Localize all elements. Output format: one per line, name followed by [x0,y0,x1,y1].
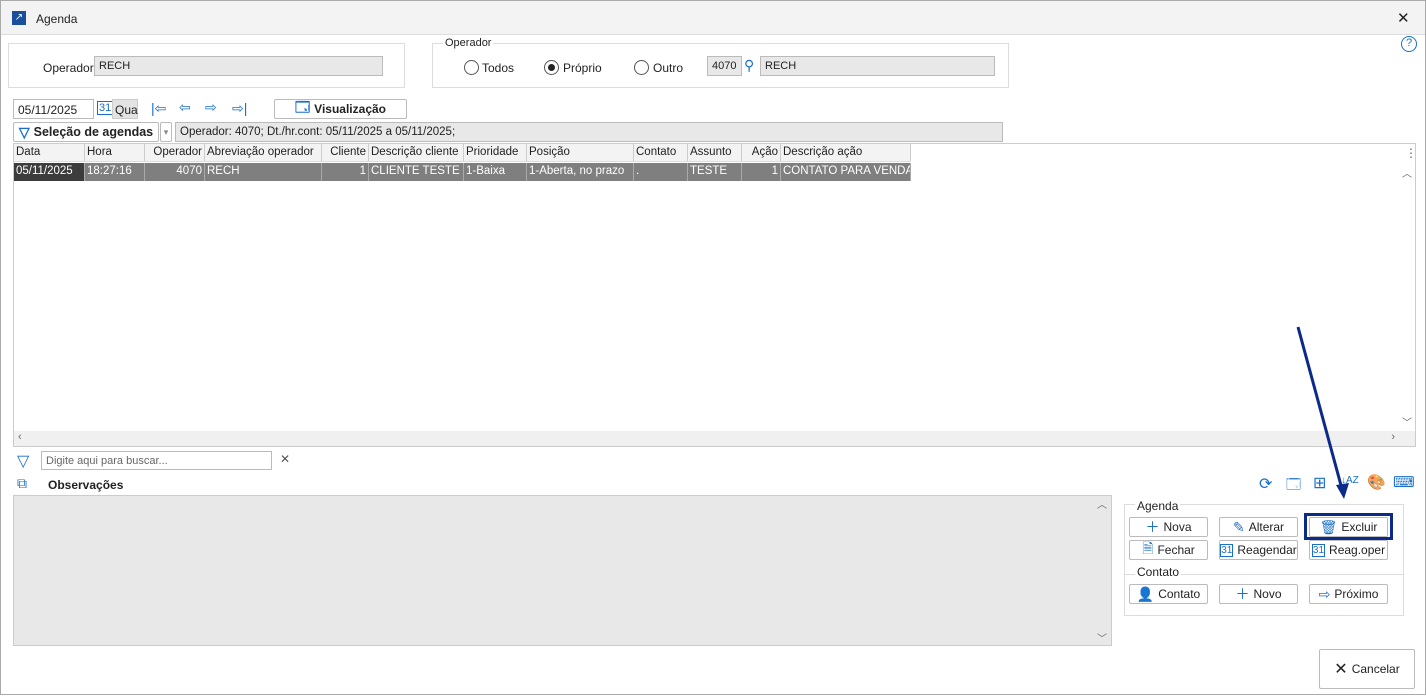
annotation-arrow [1296,326,1349,499]
agenda-window: ↗ Agenda ✕ ? Operador RECH Operador Todo… [0,0,1426,695]
cancelar-button[interactable]: ✕ Cancelar [1319,649,1415,689]
cancelar-label: Cancelar [1351,662,1400,676]
cancel-icon: ✕ [1334,661,1348,678]
